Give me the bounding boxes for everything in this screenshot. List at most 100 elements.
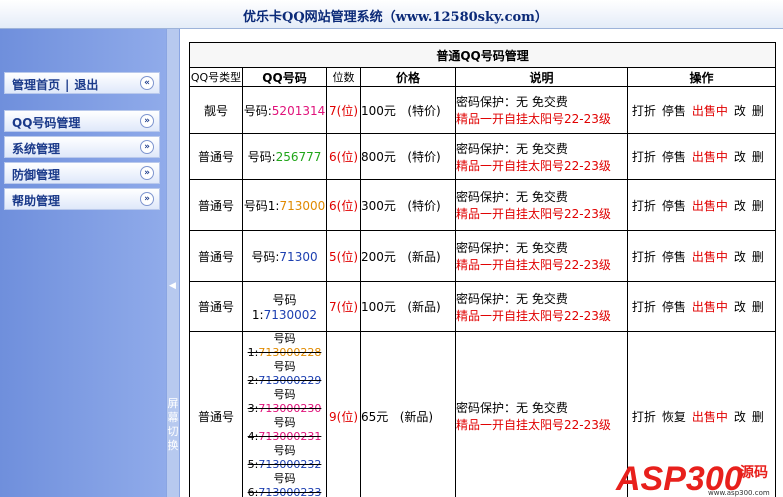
description-line: 密码保护：无 免交费 (456, 401, 568, 415)
chevron-down-icon[interactable]: » (140, 192, 154, 206)
stop-sale-action[interactable]: 停售 (662, 300, 686, 314)
digits: 5(位) (326, 230, 361, 282)
price-cell: 100元 (新品) (360, 281, 456, 332)
on-sale-action[interactable]: 出售中 (692, 104, 728, 118)
edit-action[interactable]: 改 (734, 150, 746, 164)
multi-number-entry: 号码 6:713000233 (247, 472, 322, 497)
logout-link[interactable]: 退出 (74, 78, 98, 92)
main-content: 普通QQ号码管理 QQ号类型 QQ号码 位数 价格 说明 操作 靓号 号码:520… (189, 42, 783, 497)
home-link[interactable]: 管理首页 (12, 78, 60, 92)
chevron-down-icon[interactable]: » (140, 140, 154, 154)
stop-sale-action[interactable]: 停售 (662, 104, 686, 118)
description-line: 密码保护：无 免交费 (456, 241, 568, 255)
qq-number-table: 普通QQ号码管理 QQ号类型 QQ号码 位数 价格 说明 操作 靓号 号码:520… (189, 42, 777, 497)
screen-switch-bar[interactable]: ◀ 屏幕切换 (166, 29, 180, 497)
description-line: 密码保护：无 免交费 (456, 190, 568, 204)
qq-number[interactable]: 7130002 (264, 308, 317, 322)
table-row: 普通号 号码:256777 6(位) 800元 (特价) 密码保护：无 免交费精品一开自… (189, 133, 777, 180)
watermark-domain: www.asp300.com (708, 489, 770, 497)
qq-number[interactable]: 713000230 (258, 402, 321, 415)
qq-number-cell: 号码:256777 (242, 133, 327, 180)
price-cell: 300元 (特价) (360, 179, 456, 231)
qq-type: 普通号 (189, 133, 243, 180)
digits: 7(位) (326, 86, 361, 134)
price-tag: (特价) (407, 198, 441, 213)
on-sale-action[interactable]: 出售中 (692, 150, 728, 164)
delete-action[interactable]: 删 (752, 150, 764, 164)
qq-number[interactable]: 713000233 (258, 486, 321, 497)
qq-type: 普通号 (189, 331, 243, 497)
edit-action[interactable]: 改 (734, 199, 746, 213)
description-cell: 密码保护：无 免交费 精品一开自挂太阳号22-23级 (455, 230, 628, 282)
qq-number[interactable]: 713000232 (258, 458, 321, 471)
price: 65元 (361, 409, 389, 424)
description-line: 密码保护：无 免交费 (456, 291, 568, 306)
asp300-watermark-logo: ASP300 源码 www.asp300.com (615, 460, 770, 497)
delete-action[interactable]: 删 (752, 250, 764, 264)
screen-switch-label[interactable]: 屏幕切换 (167, 397, 179, 453)
price-tag: (新品) (407, 249, 441, 264)
discount-action[interactable]: 打折 (632, 150, 656, 164)
discount-action[interactable]: 打折 (632, 250, 656, 264)
sidebar-item-help[interactable]: 帮助管理 » (4, 188, 160, 210)
watermark-sub: 源码 (740, 464, 768, 481)
description-line: 密码保护：无 免交费 (456, 95, 568, 109)
price-cell: 800元 (特价) (360, 133, 456, 180)
qq-number[interactable]: 713000231 (258, 430, 321, 443)
qq-number[interactable]: 713000229 (258, 374, 321, 387)
sidebar-item-qq[interactable]: QQ号码管理 » (4, 110, 160, 132)
discount-action[interactable]: 打折 (632, 199, 656, 213)
triangle-left-icon[interactable]: ◀ (169, 281, 176, 291)
digits: 9(位) (326, 331, 361, 497)
chevron-down-icon[interactable]: » (140, 114, 154, 128)
discount-action[interactable]: 打折 (632, 104, 656, 118)
description-note: 精品一开自挂太阳号22-23级 (456, 158, 611, 173)
actions-cell: 打折 停售 出售中改删 (626, 86, 777, 134)
qq-number[interactable]: 713000228 (258, 346, 321, 359)
edit-action[interactable]: 改 (734, 104, 746, 118)
edit-action[interactable]: 改 (734, 300, 746, 314)
delete-action[interactable]: 删 (752, 104, 764, 118)
table-row: 普通号 号码:71300 5(位) 200元 (新品) 密码保护：无 免交费 精品一开自挂… (189, 230, 777, 282)
qq-number[interactable]: 71300 (279, 250, 317, 264)
delete-action[interactable]: 删 (752, 410, 764, 424)
multi-number-entry: 号码 5:713000232 (247, 444, 322, 471)
description-cell: 密码保护：无 免交费 精品一开自挂太阳号22-23级 (455, 331, 628, 497)
on-sale-action[interactable]: 出售中 (692, 250, 728, 264)
column-header: QQ号类型 (189, 67, 243, 87)
sidebar-item-system[interactable]: 系统管理 » (4, 136, 160, 158)
restore-action[interactable]: 恢复 (662, 410, 686, 424)
sidebar-item-defense[interactable]: 防御管理 » (4, 162, 160, 184)
qq-number[interactable]: 5201314 (272, 104, 325, 118)
page-title: 优乐卡QQ网站管理系统（www.12580sky.com） (243, 10, 548, 25)
edit-action[interactable]: 改 (734, 410, 746, 424)
price-cell: 100元 (特价) (360, 86, 456, 134)
qq-number[interactable]: 256777 (276, 150, 322, 164)
description-cell: 密码保护：无 免交费 精品一开自挂太阳号22-23级 (455, 179, 628, 231)
discount-action[interactable]: 打折 (632, 300, 656, 314)
column-header: 价格 (360, 67, 456, 87)
link-separator: | (65, 78, 70, 92)
discount-action[interactable]: 打折 (632, 410, 656, 424)
delete-action[interactable]: 删 (752, 199, 764, 213)
on-sale-action[interactable]: 出售中 (692, 300, 728, 314)
description-cell: 密码保护：无 免交费精品一开自挂太阳号22-23级 (455, 133, 628, 180)
edit-action[interactable]: 改 (734, 250, 746, 264)
table-caption: 普通QQ号码管理 (189, 42, 777, 68)
price-cell: 200元 (新品) (360, 230, 456, 282)
chevron-down-icon[interactable]: » (140, 166, 154, 180)
qq-number[interactable]: 713000 (279, 199, 325, 213)
stop-sale-action[interactable]: 停售 (662, 250, 686, 264)
stop-sale-action[interactable]: 停售 (662, 199, 686, 213)
description-line: 密码保护：无 免交费 (456, 141, 568, 156)
collapse-left-icon[interactable]: « (140, 76, 154, 90)
delete-action[interactable]: 删 (752, 300, 764, 314)
actions-cell: 打折 停售 出售中改删 (626, 133, 777, 180)
on-sale-action[interactable]: 出售中 (692, 410, 728, 424)
qq-number-cell: 号码:71300 (242, 230, 327, 282)
digits: 6(位) (326, 133, 361, 180)
stop-sale-action[interactable]: 停售 (662, 150, 686, 164)
on-sale-action[interactable]: 出售中 (692, 199, 728, 213)
qq-type: 普通号 (189, 230, 243, 282)
table-row: 普通号 号码1:7130002 7(位) 100元 (新品) 密码保护：无 免交费 精品一… (189, 281, 777, 332)
